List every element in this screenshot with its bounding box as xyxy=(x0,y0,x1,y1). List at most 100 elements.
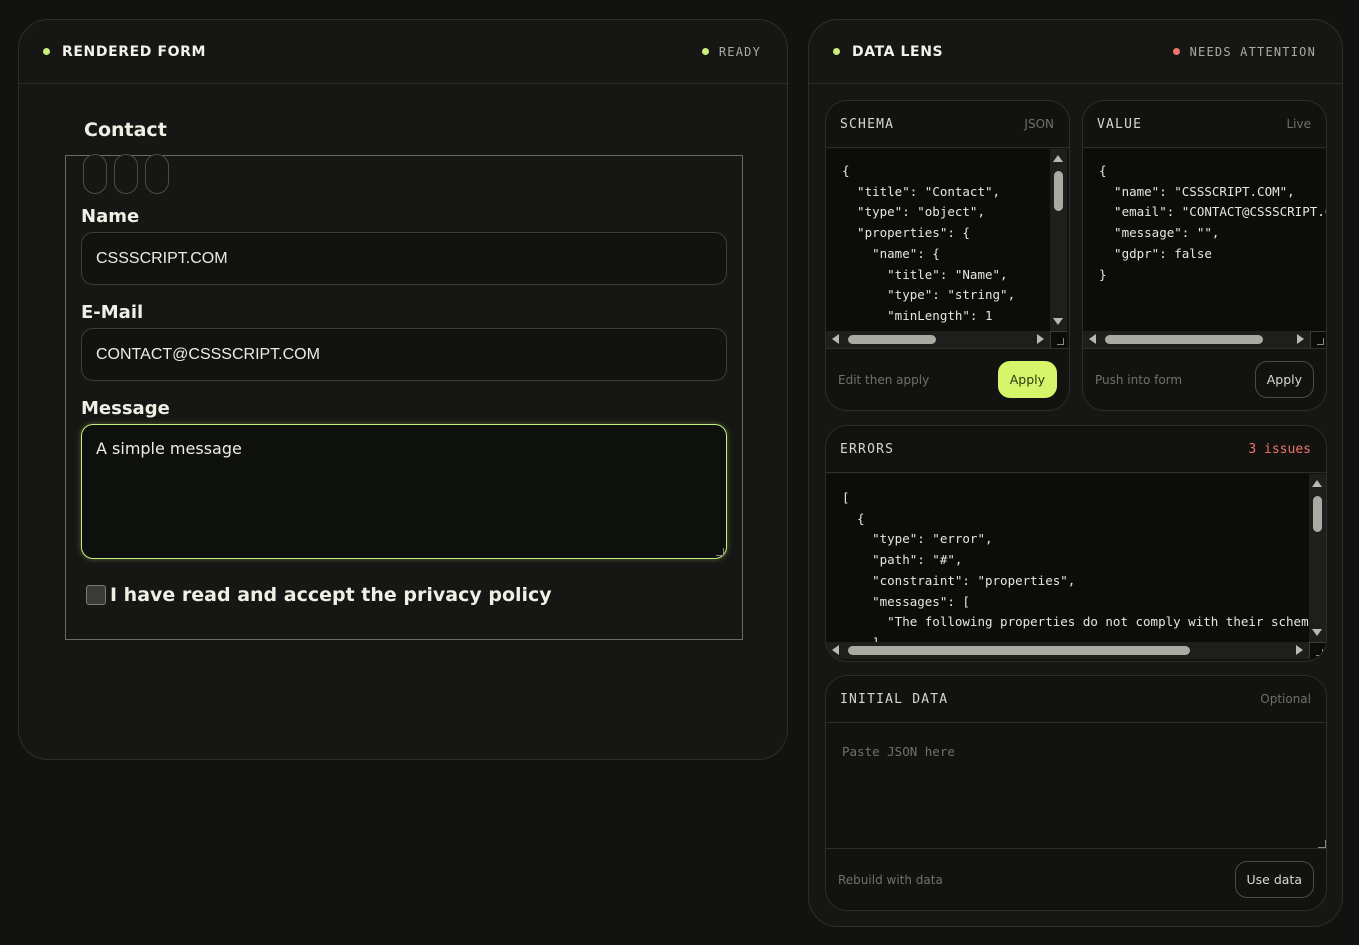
status-text: READY xyxy=(718,44,761,59)
data-lens-panel: DATA LENS NEEDS ATTENTION SCHEMA JSON { … xyxy=(808,19,1343,927)
code-line: { xyxy=(1099,163,1107,178)
code-line: "title": "Name", xyxy=(842,266,1008,282)
code-line: "title": "Contact", xyxy=(842,183,1001,199)
card-title: SCHEMA xyxy=(840,116,895,132)
status-text: NEEDS ATTENTION xyxy=(1189,44,1316,59)
form-legend: Contact xyxy=(84,119,167,141)
schema-apply-button[interactable]: Apply xyxy=(997,361,1057,398)
contact-fieldset: Name CSSSCRIPT.COM E-Mail CONTACT@CSSSCR… xyxy=(65,154,743,640)
card-title: INITIAL DATA xyxy=(840,691,949,707)
code-line: "name": { xyxy=(842,245,940,261)
status-indicator: NEEDS ATTENTION xyxy=(1172,44,1316,59)
privacy-checkbox[interactable] xyxy=(86,585,106,605)
initial-data-card: INITIAL DATA Optional Paste JSON here Re… xyxy=(825,675,1327,911)
resize-corner-icon[interactable] xyxy=(1309,642,1326,659)
schema-hscrollbar[interactable] xyxy=(826,331,1050,348)
value-hscrollbar[interactable] xyxy=(1083,331,1310,348)
status-indicator: READY xyxy=(701,44,761,59)
code-line: "messages": [ xyxy=(842,593,970,609)
code-line: "minLength": 1 xyxy=(842,307,993,323)
schema-card: SCHEMA JSON { "title": "Contact", "type"… xyxy=(825,100,1070,411)
status-dot-icon xyxy=(43,48,50,55)
message-textarea[interactable]: A simple message xyxy=(81,424,727,559)
code-line: "gdpr": false xyxy=(1099,245,1212,261)
code-line: ] xyxy=(842,633,1309,642)
code-line: [ xyxy=(842,490,850,505)
name-label: Name xyxy=(81,206,140,227)
errors-hscrollbar[interactable] xyxy=(826,642,1309,659)
value-editor[interactable]: { "name": "CSSSCRIPT.COM", "email": "CON… xyxy=(1083,149,1327,331)
code-line: "properties": { xyxy=(842,225,970,241)
panel-title: RENDERED FORM xyxy=(62,43,207,60)
ready-dot-icon xyxy=(701,48,709,55)
use-data-button[interactable]: Use data xyxy=(1234,861,1314,898)
code-line: "email": "CONTACT@CSSSCRIPT.C xyxy=(1099,204,1327,220)
card-meta: Optional xyxy=(1260,692,1311,706)
card-title: VALUE xyxy=(1097,116,1143,132)
rendered-form-header: RENDERED FORM READY xyxy=(19,20,787,84)
email-label: E-Mail xyxy=(81,302,144,323)
attention-dot-icon xyxy=(1172,48,1180,55)
name-input[interactable]: CSSSCRIPT.COM xyxy=(81,232,727,285)
fieldset-tab[interactable] xyxy=(145,154,169,194)
resize-corner-icon[interactable] xyxy=(1310,331,1326,348)
fieldset-tab[interactable] xyxy=(114,154,138,194)
scroll-right-icon[interactable] xyxy=(1296,645,1303,655)
scroll-thumb[interactable] xyxy=(1105,335,1263,344)
initial-data-placeholder: Paste JSON here xyxy=(842,744,955,759)
status-dot-icon xyxy=(833,48,840,55)
errors-editor[interactable]: [ { "type": "error", "path": "#", "const… xyxy=(826,474,1309,642)
code-line: "type": "string", xyxy=(842,287,1016,303)
scroll-thumb[interactable] xyxy=(848,335,936,344)
fieldset-tabs xyxy=(83,154,169,194)
errors-card: ERRORS 3 issues [ { "type": "error", "pa… xyxy=(825,425,1327,662)
message-label: Message xyxy=(81,398,170,419)
resize-grip-icon[interactable] xyxy=(1318,840,1326,848)
code-line: "path": "#", xyxy=(842,552,963,568)
scroll-thumb[interactable] xyxy=(1313,496,1322,532)
schema-vscrollbar[interactable] xyxy=(1050,149,1067,331)
code-line: "The following properties do not comply … xyxy=(842,614,1309,630)
scroll-thumb[interactable] xyxy=(1054,171,1063,211)
issues-count: 3 issues xyxy=(1248,441,1311,457)
value-apply-button[interactable]: Apply xyxy=(1254,361,1314,398)
email-input-value: CONTACT@CSSSCRIPT.COM xyxy=(96,345,320,363)
scroll-up-icon[interactable] xyxy=(1053,155,1063,162)
value-card: VALUE Live { "name": "CSSSCRIPT.COM", "e… xyxy=(1082,100,1327,411)
panel-title: DATA LENS xyxy=(852,43,944,60)
fieldset-tab[interactable] xyxy=(83,154,107,194)
email-input[interactable]: CONTACT@CSSSCRIPT.COM xyxy=(81,328,727,381)
code-line: { xyxy=(842,163,850,178)
card-meta: JSON xyxy=(1024,117,1054,131)
card-title: ERRORS xyxy=(840,441,895,457)
resize-corner-icon[interactable] xyxy=(1050,331,1067,348)
data-lens-header: DATA LENS NEEDS ATTENTION xyxy=(809,20,1342,84)
privacy-label[interactable]: I have read and accept the privacy polic… xyxy=(110,584,552,606)
scroll-right-icon[interactable] xyxy=(1037,334,1044,344)
code-line: "message": "", xyxy=(1099,225,1220,241)
errors-vscrollbar[interactable] xyxy=(1309,474,1326,642)
code-line: "type": "object", xyxy=(842,204,985,220)
code-line: "type": "error", xyxy=(842,531,993,547)
scroll-left-icon[interactable] xyxy=(832,645,839,655)
scroll-thumb[interactable] xyxy=(848,646,1190,655)
name-input-value: CSSSCRIPT.COM xyxy=(96,249,228,267)
code-line: { xyxy=(842,510,865,526)
card-meta: Live xyxy=(1286,117,1311,131)
code-line: "name": "CSSSCRIPT.COM", xyxy=(1099,183,1295,199)
scroll-left-icon[interactable] xyxy=(1089,334,1096,344)
scroll-down-icon[interactable] xyxy=(1053,318,1063,325)
initial-data-textarea[interactable]: Paste JSON here xyxy=(826,724,1326,850)
code-line: "constraint": "properties", xyxy=(842,572,1076,588)
resize-grip-icon[interactable] xyxy=(716,548,724,556)
code-line: } xyxy=(1099,266,1107,282)
scroll-right-icon[interactable] xyxy=(1297,334,1304,344)
footer-hint: Edit then apply xyxy=(838,372,930,387)
footer-hint: Rebuild with data xyxy=(838,872,943,887)
rendered-form-panel: RENDERED FORM READY Contact Name CSSSCRI… xyxy=(18,19,788,760)
schema-editor[interactable]: { "title": "Contact", "type": "object", … xyxy=(826,149,1050,331)
scroll-down-icon[interactable] xyxy=(1312,629,1322,636)
message-value: A simple message xyxy=(96,439,242,458)
scroll-left-icon[interactable] xyxy=(832,334,839,344)
scroll-up-icon[interactable] xyxy=(1312,480,1322,487)
